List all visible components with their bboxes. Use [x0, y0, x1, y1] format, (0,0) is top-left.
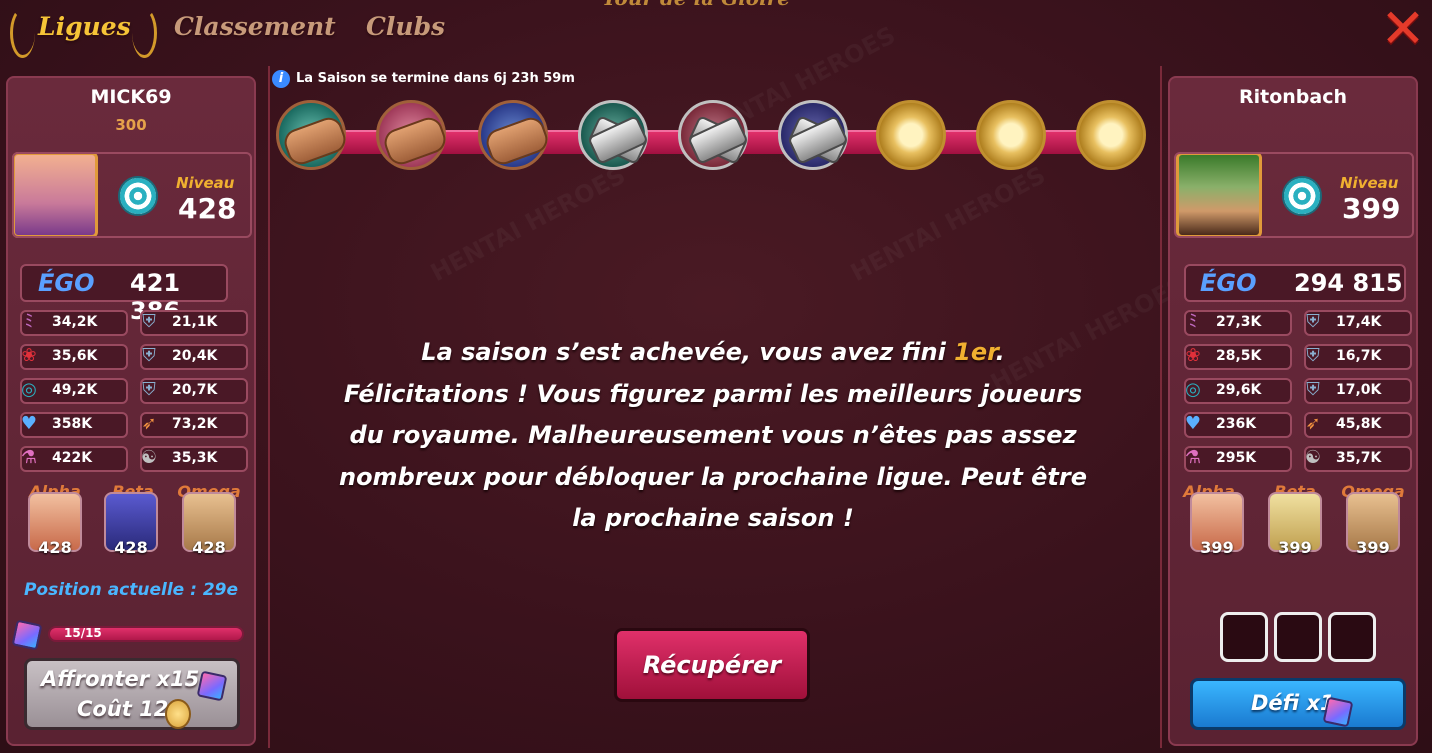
- opponent-stat-2: ❀ 28,5K: [1184, 344, 1292, 370]
- niveau-label: Niveau: [1340, 174, 1399, 192]
- girl-alpha-level: 399: [1200, 538, 1234, 557]
- crit-icon: ➶: [141, 413, 157, 434]
- girl-omega-level: 399: [1356, 538, 1390, 557]
- girl-beta-level: 399: [1278, 538, 1312, 557]
- tab-ligues[interactable]: Ligues: [38, 12, 131, 48]
- opponent-name: Ritonbach: [1238, 86, 1348, 108]
- player-stat-7: ⛨ 20,4K: [140, 344, 248, 370]
- opponent-stat-8: ⛨ 17,0K: [1304, 378, 1412, 404]
- player-stat-5: ⚗ 422K: [20, 446, 128, 472]
- opponent-ego-box: ÉGO 294 815: [1184, 264, 1406, 302]
- whip-icon: ﾐ: [24, 311, 34, 332]
- fight-x15-button[interactable]: Affronter x15 Coût 12: [24, 658, 240, 730]
- player-stat-9: ➶ 73,2K: [140, 412, 248, 438]
- target-icon: ◎: [1185, 379, 1201, 400]
- opponent-ego: 294 815: [1294, 269, 1403, 297]
- player-ego-box: ÉGO 421 386: [20, 264, 228, 325]
- season-result-message: La saison s’est achevée, vous avez fini …: [338, 338, 1088, 532]
- fight-label: Affronter x15: [41, 667, 200, 691]
- player-small-value: 300: [115, 116, 147, 134]
- rose-icon: ❀: [1185, 345, 1201, 366]
- heart-icon: ♥: [1184, 413, 1202, 434]
- current-position: Position actuelle : 29e: [23, 580, 239, 600]
- league-medal-silver-1[interactable]: [578, 100, 649, 170]
- harmony-icon: ☯: [1304, 447, 1322, 468]
- rank-highlight: 1er: [954, 338, 996, 366]
- harmony-icon: ☯: [140, 447, 158, 468]
- booster-slot-2[interactable]: [1274, 612, 1322, 662]
- target-icon: [1282, 176, 1322, 216]
- league-medal-silver-2[interactable]: [678, 100, 749, 170]
- booster-slot-3[interactable]: [1328, 612, 1376, 662]
- player-stat-6: ⛨ 21,1K: [140, 310, 248, 336]
- potion-icon: ⚗: [1184, 447, 1202, 468]
- cost-label: Coût 12: [77, 697, 169, 721]
- league-medal-gold-1[interactable]: [876, 100, 946, 170]
- player-stat-2: ❀ 35,6K: [20, 344, 128, 370]
- opponent-panel: Ritonbach Niveau 399 ÉGO 294 815 ﾐ 27,3K …: [1168, 76, 1418, 746]
- energy-text: 15/15: [64, 626, 102, 640]
- tab-clubs[interactable]: Clubs: [366, 12, 445, 48]
- shield-icon: ⛨: [1306, 345, 1320, 366]
- season-info-text: La Saison se termine dans 6j 23h 59m: [296, 71, 575, 86]
- opponent-stat-3: ◎ 29,6K: [1184, 378, 1292, 404]
- league-medal-silver-3[interactable]: [778, 100, 849, 170]
- shield-icon: ⛨: [142, 311, 156, 332]
- player-name: MICK69: [90, 86, 172, 108]
- player-stat-1: ﾐ 34,2K: [20, 310, 128, 336]
- opponent-stat-1: ﾐ 27,3K: [1184, 310, 1292, 336]
- player-stat-8: ⛨ 20,7K: [140, 378, 248, 404]
- page-title: Tour de la Gloire: [586, 0, 806, 12]
- defi-label: Défi x1: [1251, 691, 1335, 715]
- opponent-stat-4: ♥ 236K: [1184, 412, 1292, 438]
- league-medal-bronze-1[interactable]: [276, 100, 350, 170]
- crit-icon: ➶: [1305, 413, 1321, 434]
- target-icon: [118, 176, 158, 216]
- rose-icon: ❀: [21, 345, 37, 366]
- tab-classement[interactable]: Classement: [174, 12, 336, 48]
- whip-icon: ﾐ: [1188, 311, 1198, 332]
- laurel-right-icon: [132, 8, 157, 58]
- defi-x1-button[interactable]: Défi x1: [1190, 678, 1406, 730]
- ego-label: ÉGO: [1200, 269, 1257, 297]
- player-stat-3: ◎ 49,2K: [20, 378, 128, 404]
- season-info: i La Saison se termine dans 6j 23h 59m: [272, 70, 575, 88]
- info-icon[interactable]: i: [272, 70, 290, 88]
- player-niveau: 428: [178, 192, 237, 225]
- opponent-stat-9: ➶ 45,8K: [1304, 412, 1412, 438]
- gem-icon: [11, 619, 43, 651]
- shield-icon: ⛨: [142, 345, 156, 366]
- player-stat-10: ☯ 35,3K: [140, 446, 248, 472]
- shield-icon: ⛨: [1306, 311, 1320, 332]
- opponent-stat-7: ⛨ 16,7K: [1304, 344, 1412, 370]
- girl-beta-level: 428: [114, 538, 148, 557]
- recuperer-button[interactable]: Récupérer: [614, 628, 810, 702]
- niveau-label: Niveau: [176, 174, 235, 192]
- laurel-left-icon: [10, 8, 35, 58]
- close-icon[interactable]: ✕: [1378, 2, 1428, 56]
- opponent-niveau: 399: [1342, 192, 1401, 225]
- coin-icon: [165, 699, 191, 729]
- booster-slot-1[interactable]: [1220, 612, 1268, 662]
- heart-icon: ♥: [20, 413, 38, 434]
- league-medal-bronze-2[interactable]: [376, 100, 450, 170]
- target-icon: ◎: [21, 379, 37, 400]
- opponent-stat-6: ⛨ 17,4K: [1304, 310, 1412, 336]
- potion-icon: ⚗: [20, 447, 38, 468]
- league-medal-bronze-3[interactable]: [478, 100, 552, 170]
- player-stat-4: ♥ 358K: [20, 412, 128, 438]
- ego-label: ÉGO: [38, 269, 95, 297]
- girl-omega-level: 428: [192, 538, 226, 557]
- opponent-stat-10: ☯ 35,7K: [1304, 446, 1412, 472]
- gem-icon: [196, 670, 228, 702]
- girl-alpha-level: 428: [38, 538, 72, 557]
- opponent-stat-5: ⚗ 295K: [1184, 446, 1292, 472]
- gem-icon: [1322, 696, 1354, 728]
- player-panel: MICK69 300 Niveau 428 ÉGO 421 386 ﾐ34,2K…: [6, 76, 256, 746]
- shield-icon: ⛨: [142, 379, 156, 400]
- league-medal-gold-3[interactable]: [1076, 100, 1146, 170]
- shield-icon: ⛨: [1306, 379, 1320, 400]
- league-medal-gold-2[interactable]: [976, 100, 1046, 170]
